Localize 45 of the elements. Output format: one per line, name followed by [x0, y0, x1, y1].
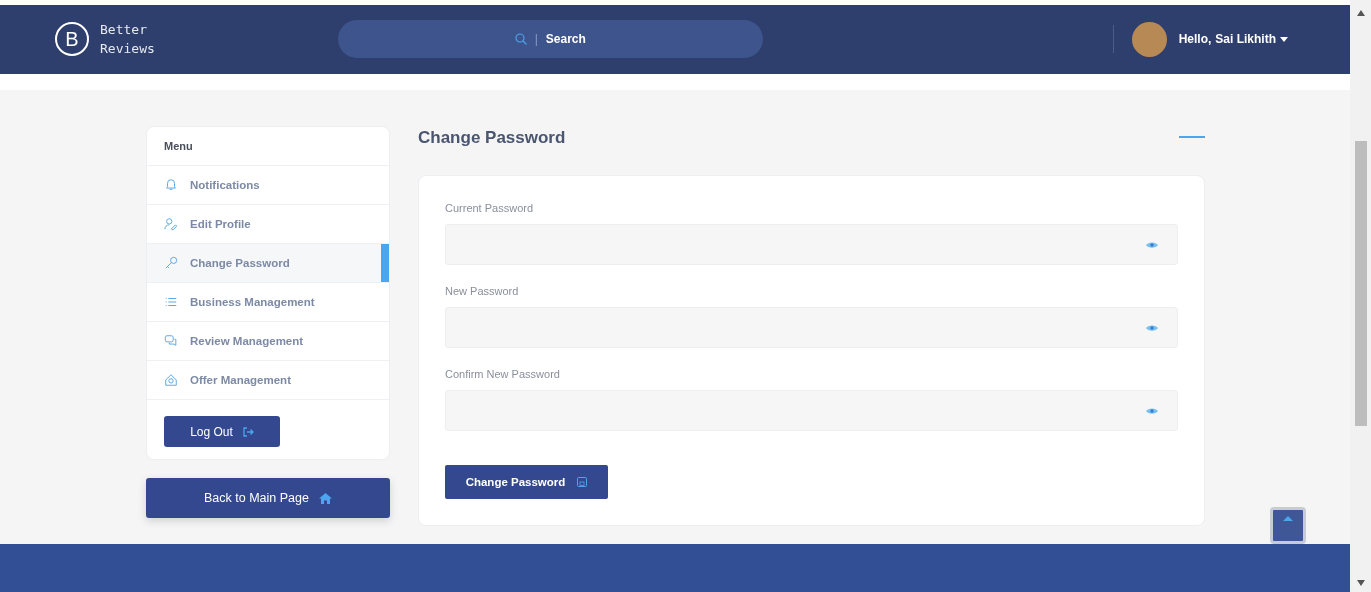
save-icon	[577, 477, 588, 488]
logout-button[interactable]: Log Out	[164, 416, 280, 448]
scroll-down-icon[interactable]	[1356, 580, 1365, 586]
brand-name: Better	[100, 21, 148, 40]
back-to-top-button[interactable]	[1270, 507, 1306, 545]
chat-bubbles-icon	[164, 334, 178, 349]
brand-name: Reviews	[100, 40, 155, 59]
back-button[interactable]: Back to Main Page	[146, 478, 390, 519]
user-edit-icon	[164, 217, 178, 232]
logout-icon	[242, 426, 254, 437]
search-placeholder: Search	[545, 32, 586, 47]
accent-line	[1179, 136, 1205, 138]
active-indicator	[381, 244, 389, 283]
search-field[interactable]: | Search	[337, 20, 763, 59]
menu-title: Menu	[147, 127, 389, 167]
bell-icon	[164, 178, 178, 193]
key-icon	[164, 256, 178, 271]
user-name: Sai Likhith	[1215, 32, 1276, 47]
scroll-up-icon[interactable]	[1356, 10, 1365, 16]
eye-icon[interactable]	[1146, 406, 1158, 415]
sidebar-item[interactable]: Notifications	[147, 166, 389, 206]
field-label: Current Password	[445, 202, 535, 215]
home-icon	[318, 492, 332, 504]
caret-up-icon	[1283, 516, 1293, 522]
eye-icon[interactable]	[1146, 323, 1158, 332]
search-icon	[514, 33, 527, 46]
caret-icon	[1280, 36, 1288, 42]
password-field[interactable]	[445, 307, 1178, 349]
password-field[interactable]	[445, 224, 1178, 266]
change-password-button[interactable]: Change Password	[445, 465, 608, 500]
avatar-photo-placeholder[interactable]	[1131, 21, 1167, 57]
page-title: Change Password	[418, 127, 567, 149]
sidebar-item[interactable]: Business Management	[147, 283, 389, 323]
sidebar-item[interactable]: Review Management	[147, 322, 389, 362]
field-label: New Password	[445, 285, 520, 298]
sidebar-item[interactable]: Offer Management	[147, 361, 389, 401]
user-menu[interactable]: Hello, Sai Likhith	[1178, 32, 1288, 47]
search-divider: |	[534, 32, 538, 47]
field-label: Confirm New Password	[445, 368, 561, 381]
scrollbar[interactable]	[1350, 0, 1371, 592]
password-field[interactable]	[445, 390, 1178, 432]
eye-icon[interactable]	[1146, 240, 1158, 249]
greeting-text: Hello,	[1178, 32, 1212, 47]
logo-letter[interactable]: B	[55, 22, 89, 57]
scrollbar-thumb[interactable]	[1354, 141, 1367, 426]
